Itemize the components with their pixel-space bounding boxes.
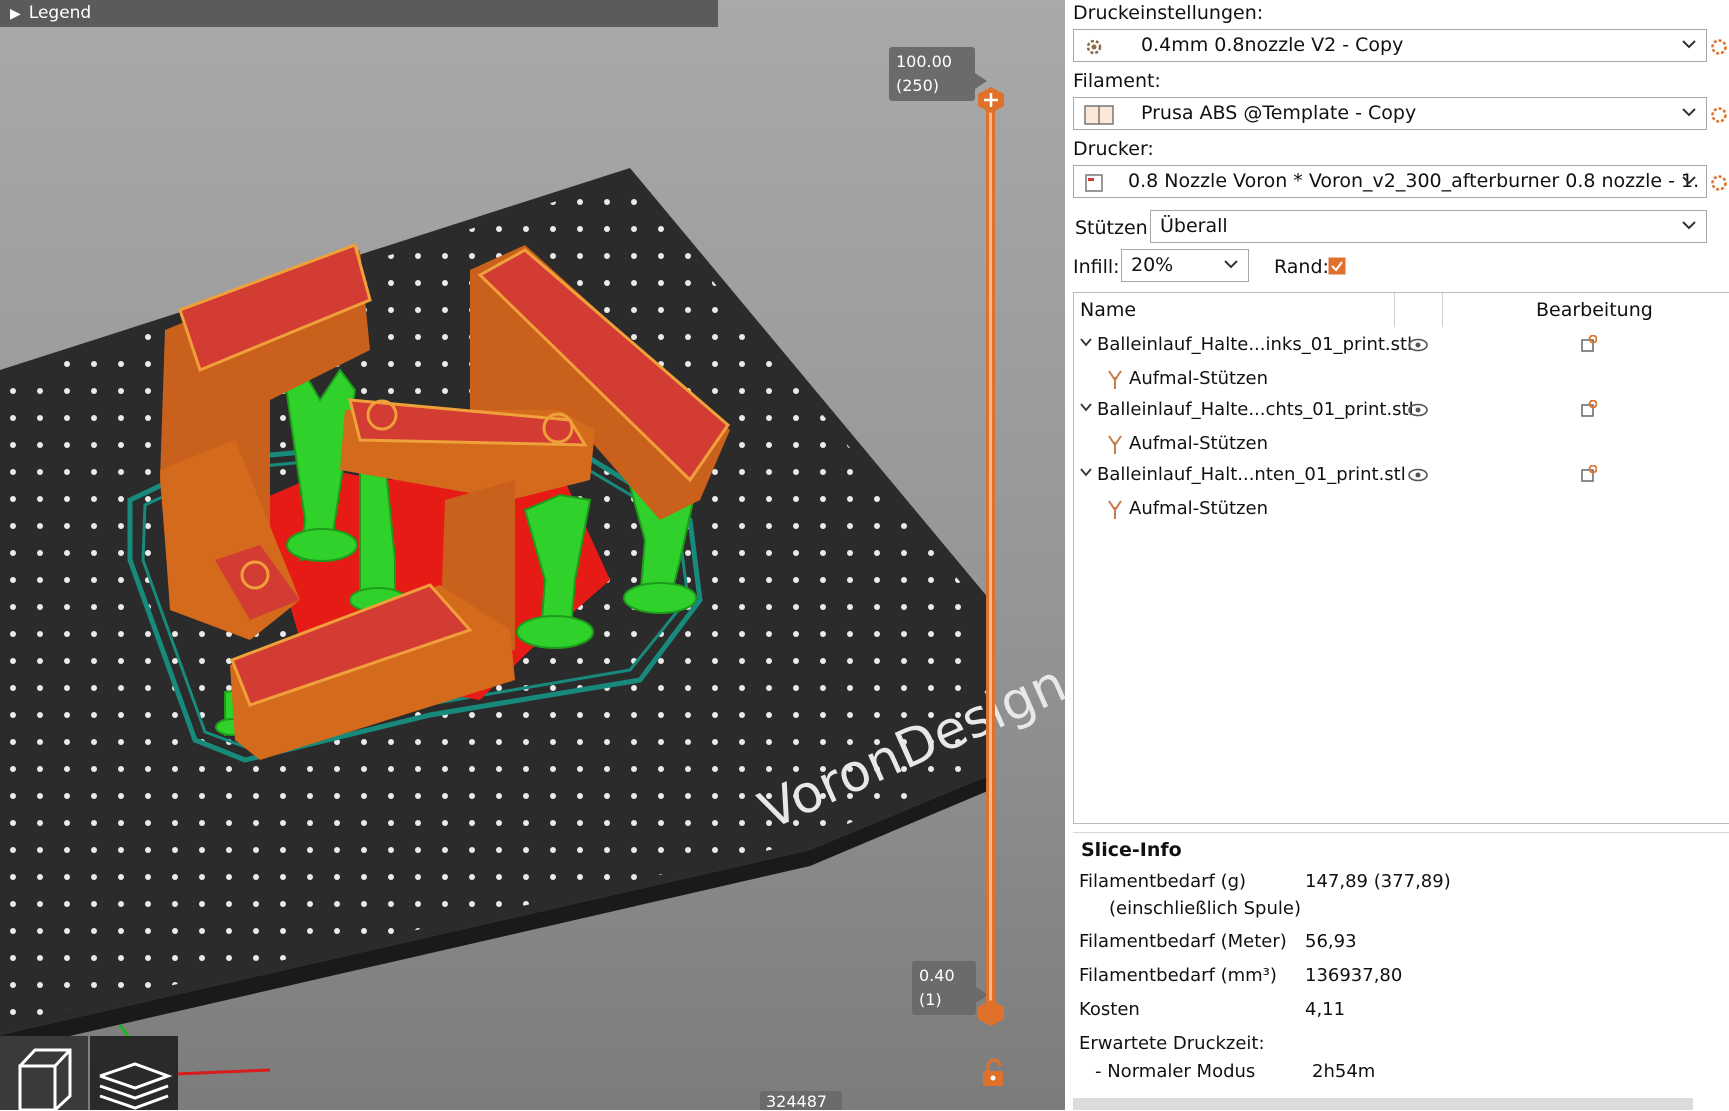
slider-top-value: 100.00 [896, 52, 952, 71]
object-name: Balleinlauf_Halte...chts_01_print.stl [1097, 399, 1414, 420]
filament-color-swatch-icon [1084, 105, 1114, 125]
filament-select[interactable]: Prusa ABS @Template - Copy [1073, 97, 1707, 130]
object-child-row[interactable]: Aufmal-Stützen [1074, 428, 1729, 462]
infill-select[interactable]: 20% [1121, 249, 1249, 282]
filament-label: Filament: [1073, 70, 1161, 92]
column-header-edit[interactable]: Bearbeitung [1536, 293, 1653, 327]
object-child-row[interactable]: Aufmal-Stützen [1074, 363, 1729, 397]
normal-mode-value: 2h54m [1312, 1061, 1376, 1082]
filament-edit-gear-icon[interactable] [1710, 106, 1728, 124]
paint-supports-icon [1108, 370, 1122, 389]
object-child-name: Aufmal-Stützen [1129, 498, 1268, 519]
object-child-name: Aufmal-Stützen [1129, 433, 1268, 454]
printer-value: 0.8 Nozzle Voron * Voron_v2_300_afterbur… [1128, 170, 1707, 192]
chevron-down-icon [1682, 40, 1696, 49]
slider-top-handle-icon[interactable] [978, 87, 1004, 113]
print-settings-select[interactable]: 0.4mm 0.8nozzle V2 - Copy [1073, 29, 1707, 62]
visibility-eye-icon[interactable] [1408, 468, 1428, 482]
edit-settings-icon[interactable] [1581, 335, 1597, 353]
column-header-name[interactable]: Name [1080, 293, 1136, 327]
print-settings-label: Druckeinstellungen: [1073, 2, 1264, 24]
filament-weight-note: (einschließlich Spule) [1109, 898, 1301, 919]
estimated-time-label: Erwartete Druckzeit: [1079, 1033, 1265, 1054]
infill-value: 20% [1131, 254, 1174, 276]
supports-label: Stützen: [1075, 217, 1155, 239]
object-row[interactable]: Balleinlauf_Halt...nten_01_print.stl [1074, 459, 1729, 493]
paint-supports-icon [1108, 435, 1122, 454]
printer-select[interactable]: 0.8 Nozzle Voron * Voron_v2_300_afterbur… [1073, 165, 1707, 198]
filament-length-value: 56,93 [1305, 931, 1357, 952]
printer-icon [1085, 174, 1103, 192]
3d-view-cube-icon[interactable] [0, 1036, 88, 1110]
print-preview-scene: VoronDesign [0, 168, 1065, 1077]
object-name: Balleinlauf_Halt...nten_01_print.stl [1097, 464, 1406, 485]
collapse-chevron-icon[interactable] [1080, 467, 1092, 477]
cost-label: Kosten [1079, 999, 1140, 1020]
chevron-down-icon [1682, 221, 1696, 230]
supports-value: Überall [1160, 215, 1228, 237]
3d-viewport[interactable]: VoronDesign ▶ Legend 100.00 (250) 0.40 (… [0, 0, 1065, 1110]
print-settings-value: 0.4mm 0.8nozzle V2 - Copy [1141, 34, 1404, 56]
expand-triangle-icon: ▶ [10, 6, 21, 22]
object-list[interactable]: Name Bearbeitung Balleinlauf_Halte...ink… [1073, 292, 1729, 824]
visibility-eye-icon[interactable] [1408, 403, 1428, 417]
edit-settings-icon[interactable] [1581, 400, 1597, 418]
collapse-chevron-icon[interactable] [1080, 402, 1092, 412]
normal-mode-label: - Normaler Modus [1095, 1061, 1256, 1082]
legend-label: Legend [28, 3, 92, 23]
supports-select[interactable]: Überall [1150, 210, 1707, 243]
object-row[interactable]: Balleinlauf_Halte...inks_01_print.stl [1074, 329, 1729, 363]
printer-edit-gear-icon[interactable] [1710, 174, 1728, 192]
printer-label: Drucker: [1073, 138, 1154, 160]
collapse-chevron-icon[interactable] [1080, 337, 1092, 347]
slider-top-tooltip: 100.00 (250) [889, 47, 987, 101]
filament-volume-label: Filamentbedarf (mm³) [1079, 965, 1277, 986]
chevron-down-icon [1682, 108, 1696, 117]
legend-toggle[interactable]: ▶ Legend [0, 0, 718, 27]
infill-label: Infill: [1073, 256, 1120, 278]
brim-checkbox[interactable] [1328, 257, 1346, 275]
slider-bottom-tooltip: 0.40 (1) [912, 961, 988, 1015]
filament-volume-value: 136937,80 [1305, 965, 1403, 986]
print-settings-edit-gear-icon[interactable] [1710, 38, 1728, 56]
edit-settings-icon[interactable] [1581, 465, 1597, 483]
brim-label: Rand: [1274, 256, 1329, 278]
visibility-eye-icon[interactable] [1408, 338, 1428, 352]
object-child-row[interactable]: Aufmal-Stützen [1074, 493, 1729, 527]
filament-length-label: Filamentbedarf (Meter) [1079, 931, 1287, 952]
preview-layers-icon[interactable] [90, 1036, 178, 1110]
slider-top-layer: (250) [896, 76, 940, 95]
paint-supports-icon [1108, 500, 1122, 519]
view-mode-switch [0, 1036, 180, 1110]
chevron-down-icon [1682, 176, 1696, 185]
filament-weight-value: 147,89 (377,89) [1305, 871, 1451, 892]
chevron-down-icon [1224, 260, 1238, 269]
object-child-name: Aufmal-Stützen [1129, 368, 1268, 389]
print-settings-gear-icon [1086, 39, 1102, 55]
export-button-area[interactable] [1073, 1098, 1693, 1110]
filament-value: Prusa ABS @Template - Copy [1141, 102, 1417, 124]
slice-info-title: Slice-Info [1081, 839, 1182, 861]
slider-bottom-handle-icon[interactable] [978, 1000, 1004, 1026]
cost-value: 4,11 [1305, 999, 1346, 1020]
object-name: Balleinlauf_Halte...inks_01_print.stl [1097, 334, 1413, 355]
slice-info-panel: Slice-Info Filamentbedarf (g) 147,89 (37… [1073, 832, 1729, 1111]
layer-slider-range [989, 112, 992, 1004]
object-row[interactable]: Balleinlauf_Halte...chts_01_print.stl [1074, 394, 1729, 428]
slider-bottom-layer: (1) [919, 990, 942, 1009]
lock-open-icon[interactable] [980, 1058, 1006, 1088]
filament-weight-label: Filamentbedarf (g) [1079, 871, 1247, 892]
moves-counter: 324487 [760, 1091, 842, 1110]
slider-bottom-value: 0.40 [919, 966, 955, 985]
